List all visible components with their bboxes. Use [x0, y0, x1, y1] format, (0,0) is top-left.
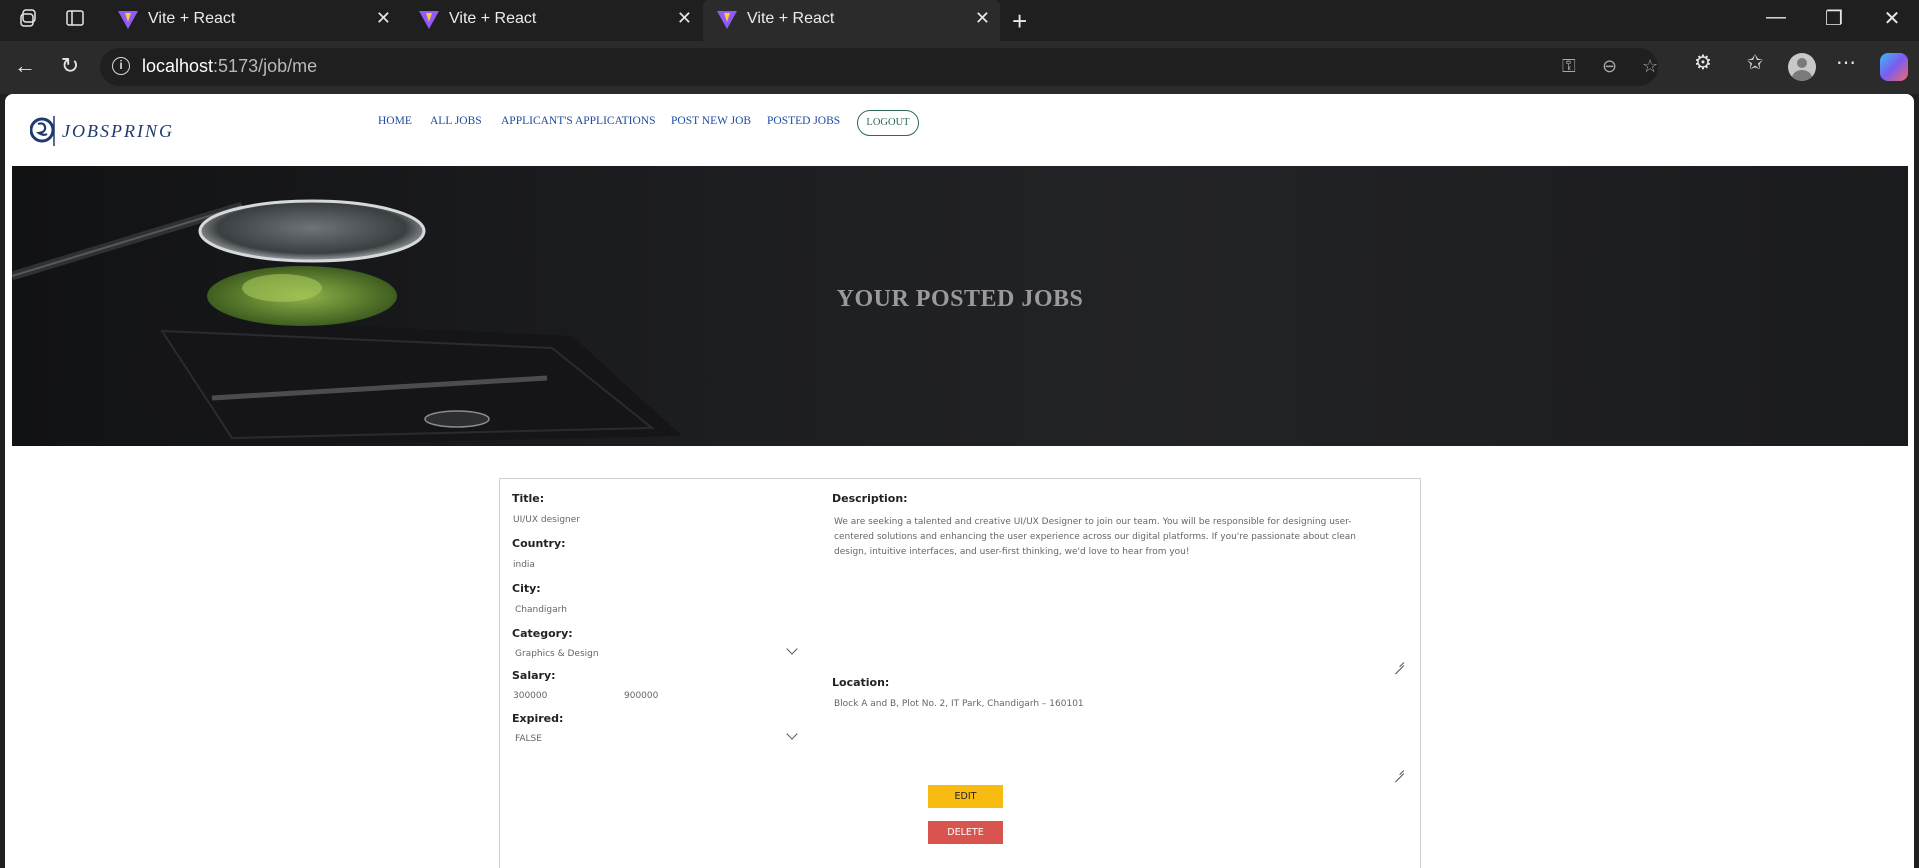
vite-favicon-icon	[419, 11, 439, 29]
title-label: Title:	[512, 492, 545, 505]
site-info-icon[interactable]: i	[112, 57, 130, 75]
logout-button[interactable]: LOGOUT	[857, 110, 919, 136]
resize-handle-icon[interactable]	[1394, 656, 1404, 666]
nav-applicants-applications[interactable]: APPLICANT'S APPLICATIONS	[501, 115, 655, 127]
minimize-icon[interactable]: —	[1756, 6, 1796, 29]
restore-icon[interactable]: ❐	[1814, 6, 1854, 31]
browser-tab-bar: Vite + React ✕ Vite + React ✕ Vite + Rea…	[0, 0, 1919, 41]
page-viewport: JOBSPRING HOME ALL JOBS APPLICANT'S APPL…	[5, 94, 1914, 868]
posted-job-card: Title: UI/UX designer Country: india Cit…	[499, 478, 1421, 868]
favorite-star-icon[interactable]: ☆	[1642, 56, 1658, 77]
vite-favicon-icon	[717, 11, 737, 29]
title-input[interactable]: UI/UX designer	[513, 515, 580, 525]
url-text[interactable]: localhost:5173/job/me	[142, 56, 317, 77]
favorites-icon[interactable]: ✩	[1740, 50, 1770, 75]
address-bar[interactable]: i localhost:5173/job/me ⚿ ⊖ ☆	[100, 48, 1658, 86]
salary-to-input[interactable]: 900000	[624, 691, 658, 701]
location-textarea[interactable]: Block A and B, Plot No. 2, IT Park, Chan…	[834, 699, 1084, 709]
new-tab-icon[interactable]: +	[1012, 6, 1027, 37]
salary-label: Salary:	[512, 669, 556, 682]
copilot-icon[interactable]	[1880, 53, 1908, 81]
city-label: City:	[512, 582, 541, 595]
close-tab-icon[interactable]: ✕	[376, 8, 391, 29]
profile-avatar[interactable]	[1788, 53, 1816, 81]
city-input[interactable]: Chandigarh	[515, 605, 567, 615]
tab-title: Vite + React	[747, 10, 835, 27]
close-tab-icon[interactable]: ✕	[975, 8, 990, 29]
description-textarea[interactable]: We are seeking a talented and creative U…	[834, 515, 1379, 560]
browser-toolbar: ← ↻ i localhost:5173/job/me ⚿ ⊖ ☆ ⚙ ✩ ⋯	[0, 41, 1919, 94]
workspaces-icon[interactable]	[17, 8, 43, 34]
nav-post-new-job[interactable]: POST NEW JOB	[671, 115, 751, 127]
country-label: Country:	[512, 537, 566, 550]
chevron-down-icon[interactable]	[786, 728, 798, 740]
category-select[interactable]: Graphics & Design	[515, 649, 599, 659]
browser-tab-2[interactable]: Vite + React ✕	[405, 0, 702, 41]
hero-banner: YOUR POSTED JOBS	[12, 166, 1908, 446]
browser-tab-3-active[interactable]: Vite + React ✕	[703, 0, 1000, 41]
jobspring-logo-icon	[30, 116, 55, 146]
zoom-out-icon[interactable]: ⊖	[1602, 56, 1617, 77]
close-window-icon[interactable]: ✕	[1872, 6, 1912, 31]
logo-text: JOBSPRING	[62, 121, 174, 141]
salary-from-input[interactable]: 300000	[513, 691, 547, 701]
close-tab-icon[interactable]: ✕	[677, 8, 692, 29]
resize-handle-icon[interactable]	[1394, 764, 1404, 774]
chevron-down-icon[interactable]	[786, 643, 798, 655]
site-header: JOBSPRING HOME ALL JOBS APPLICANT'S APPL…	[5, 94, 1914, 166]
expired-select[interactable]: FALSE	[515, 734, 542, 744]
description-label: Description:	[832, 492, 908, 505]
password-key-icon[interactable]: ⚿	[1562, 56, 1576, 77]
more-options-icon[interactable]: ⋯	[1831, 50, 1861, 75]
tab-title: Vite + React	[449, 10, 537, 27]
extensions-icon[interactable]: ⚙	[1688, 50, 1718, 75]
nav-posted-jobs[interactable]: POSTED JOBS	[767, 115, 840, 127]
refresh-icon[interactable]: ↻	[55, 53, 85, 79]
hero-title: YOUR POSTED JOBS	[836, 286, 1084, 312]
browser-tab-1[interactable]: Vite + React ✕	[104, 0, 401, 41]
expired-label: Expired:	[512, 712, 564, 725]
delete-button[interactable]: DELETE	[928, 821, 1003, 844]
tab-title: Vite + React	[148, 10, 236, 27]
back-icon[interactable]: ←	[10, 53, 40, 79]
vertical-tabs-icon[interactable]	[62, 8, 88, 34]
location-label: Location:	[832, 676, 890, 689]
category-label: Category:	[512, 627, 573, 640]
nav-home[interactable]: HOME	[378, 115, 412, 127]
nav-all-jobs[interactable]: ALL JOBS	[430, 115, 482, 127]
country-input[interactable]: india	[513, 560, 535, 570]
edit-button[interactable]: EDIT	[928, 785, 1003, 808]
vite-favicon-icon	[118, 11, 138, 29]
